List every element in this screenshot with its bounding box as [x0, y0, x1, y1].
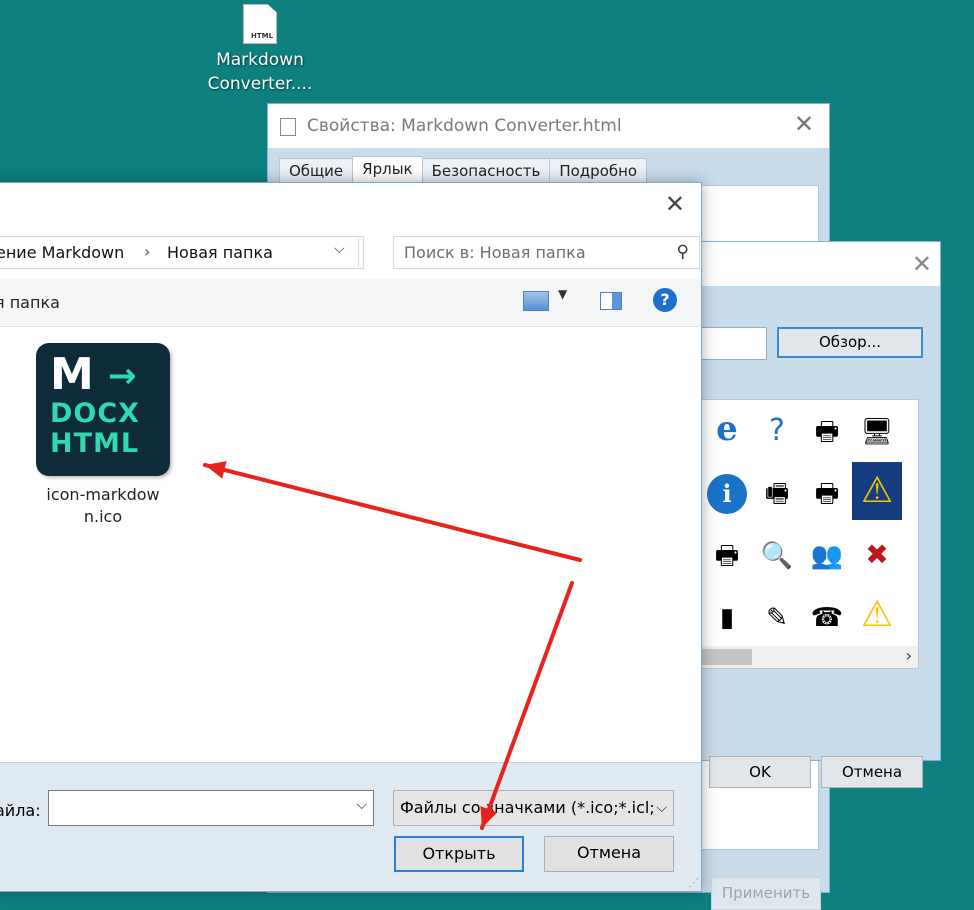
printer-search-icon[interactable]: 🔍 — [752, 524, 802, 582]
warning-icon[interactable]: ⚠ — [852, 462, 902, 520]
chevron-down-icon[interactable]: ▼ — [558, 287, 567, 301]
file-type-filter[interactable]: Файлы со значками (*.ico;*.icl;* ⌵ — [393, 790, 674, 826]
close-icon[interactable]: ✕ — [791, 110, 817, 138]
breadcrumb[interactable]: ение Markdown › Новая папка ⌵ ↻ — [0, 236, 364, 269]
search-placeholder: Поиск в: Новая папка — [404, 243, 586, 262]
breadcrumb-item[interactable]: ение Markdown — [0, 243, 124, 262]
file-type-label: HTML — [251, 32, 274, 40]
tab-general[interactable]: Общие — [279, 158, 354, 185]
fax-machine-icon[interactable]: ☎ — [802, 586, 852, 644]
thumb-m: M — [50, 349, 94, 400]
properties-title: Свойства: Markdown Converter.html — [307, 116, 622, 136]
chevron-down-icon[interactable]: ⌵ — [334, 241, 345, 257]
ie-icon[interactable]: e — [702, 400, 752, 458]
server-check-icon[interactable]: ▮ — [702, 586, 752, 644]
new-folder-button[interactable]: я папка — [0, 293, 60, 312]
view-mode-icon[interactable] — [523, 291, 549, 311]
printer-edit-icon[interactable]: ✎ — [752, 586, 802, 644]
open-button[interactable]: Открыть — [394, 836, 524, 872]
close-icon[interactable]: ✕ — [912, 250, 932, 278]
icon-list[interactable]: e ? 🖶 🖥 i 🖷 🖶 ⚠ 🖶 🔍 👥 ✖ ▮ ✎ ☎ ⚠ › — [701, 399, 919, 669]
filename-input[interactable]: ⌵ — [48, 790, 374, 826]
filename-label: айла: — [0, 801, 41, 820]
browse-button[interactable]: Обзор... — [777, 327, 923, 358]
scrollbar-thumb[interactable] — [702, 649, 752, 665]
preview-pane-icon[interactable] — [600, 292, 622, 310]
cancel-button[interactable]: Отмена — [544, 836, 674, 872]
fax-printer-icon[interactable]: 🖷 — [752, 462, 802, 520]
html-file-icon: HTML — [243, 4, 277, 44]
tab-shortcut[interactable]: Ярлык — [352, 156, 423, 185]
horizontal-scrollbar[interactable]: › — [702, 646, 918, 668]
filter-value: Файлы со значками (*.ico;*.icl;* — [400, 798, 663, 817]
ok-button[interactable]: OK — [709, 756, 811, 788]
dialog-footer: айла: ⌵ Файлы со значками (*.ico;*.icl;*… — [0, 762, 701, 891]
chevron-right-icon[interactable]: › — [906, 646, 912, 665]
info-icon[interactable]: i — [702, 462, 752, 520]
tab-details[interactable]: Подробно — [549, 158, 648, 185]
file-item[interactable]: M → DOCX HTML icon-markdown.ico — [33, 343, 173, 528]
cancel-button[interactable]: Отмена — [821, 756, 923, 788]
help-icon[interactable]: ? — [653, 288, 677, 312]
properties-titlebar[interactable]: Свойства: Markdown Converter.html ✕ — [268, 104, 829, 148]
file-name: icon-markdown.ico — [46, 485, 160, 526]
shortcut-label: Markdown Converter.... — [205, 48, 315, 96]
close-icon[interactable]: ✕ — [665, 190, 685, 218]
computer-icon[interactable]: 🖥 — [852, 400, 902, 458]
warning-icon[interactable]: ⚠ — [852, 586, 902, 644]
document-delete-icon[interactable]: ✖ — [852, 524, 902, 582]
markdown-icon-thumbnail: M → DOCX HTML — [36, 343, 170, 476]
network-printer-icon[interactable]: 🖶 — [802, 462, 852, 520]
network-printer-icon[interactable]: 🖶 — [802, 400, 852, 458]
users-printer-icon[interactable]: 👥 — [802, 524, 852, 582]
chevron-right-icon: › — [144, 242, 151, 261]
icon-path-input[interactable] — [699, 327, 767, 360]
shortcut-file-icon — [280, 118, 296, 136]
arrow-right-icon: → — [108, 356, 137, 396]
question-file-icon[interactable]: ? — [752, 400, 802, 458]
file-list[interactable]: M → DOCX HTML icon-markdown.ico — [0, 327, 701, 762]
toolbar: я папка ▼ ? — [0, 279, 701, 327]
breadcrumb-item[interactable]: Новая папка — [167, 243, 273, 262]
chevron-down-icon[interactable]: ⌵ — [356, 797, 367, 813]
search-input[interactable]: Поиск в: Новая папка ⚲ — [393, 236, 700, 269]
shortcut-label-line2: Converter.... — [207, 74, 313, 94]
change-icon-dialog: ✕ Обзор... e ? 🖶 🖥 i 🖷 🖶 ⚠ 🖶 🔍 👥 ✖ ▮ ✎ ☎ — [699, 241, 941, 788]
chevron-down-icon[interactable]: ⌵ — [654, 791, 667, 825]
search-icon[interactable]: ⚲ — [677, 237, 689, 268]
shortcut-label-line1: Markdown — [216, 50, 304, 70]
resize-grip-icon[interactable]: ⋰ — [688, 876, 699, 889]
tab-security[interactable]: Безопасность — [421, 158, 551, 185]
refresh-icon[interactable]: ↻ — [358, 238, 363, 267]
desktop-shortcut[interactable]: HTML Markdown Converter.... — [205, 4, 315, 96]
change-icon-titlebar[interactable]: ✕ — [701, 242, 940, 286]
apply-button[interactable]: Применить — [711, 877, 821, 910]
open-file-dialog: ✕ ение Markdown › Новая папка ⌵ ↻ Поиск … — [0, 182, 702, 892]
thumb-docx: DOCX — [50, 398, 140, 429]
printer-check-icon[interactable]: 🖶 — [702, 524, 752, 582]
thumb-html: HTML — [50, 428, 140, 459]
